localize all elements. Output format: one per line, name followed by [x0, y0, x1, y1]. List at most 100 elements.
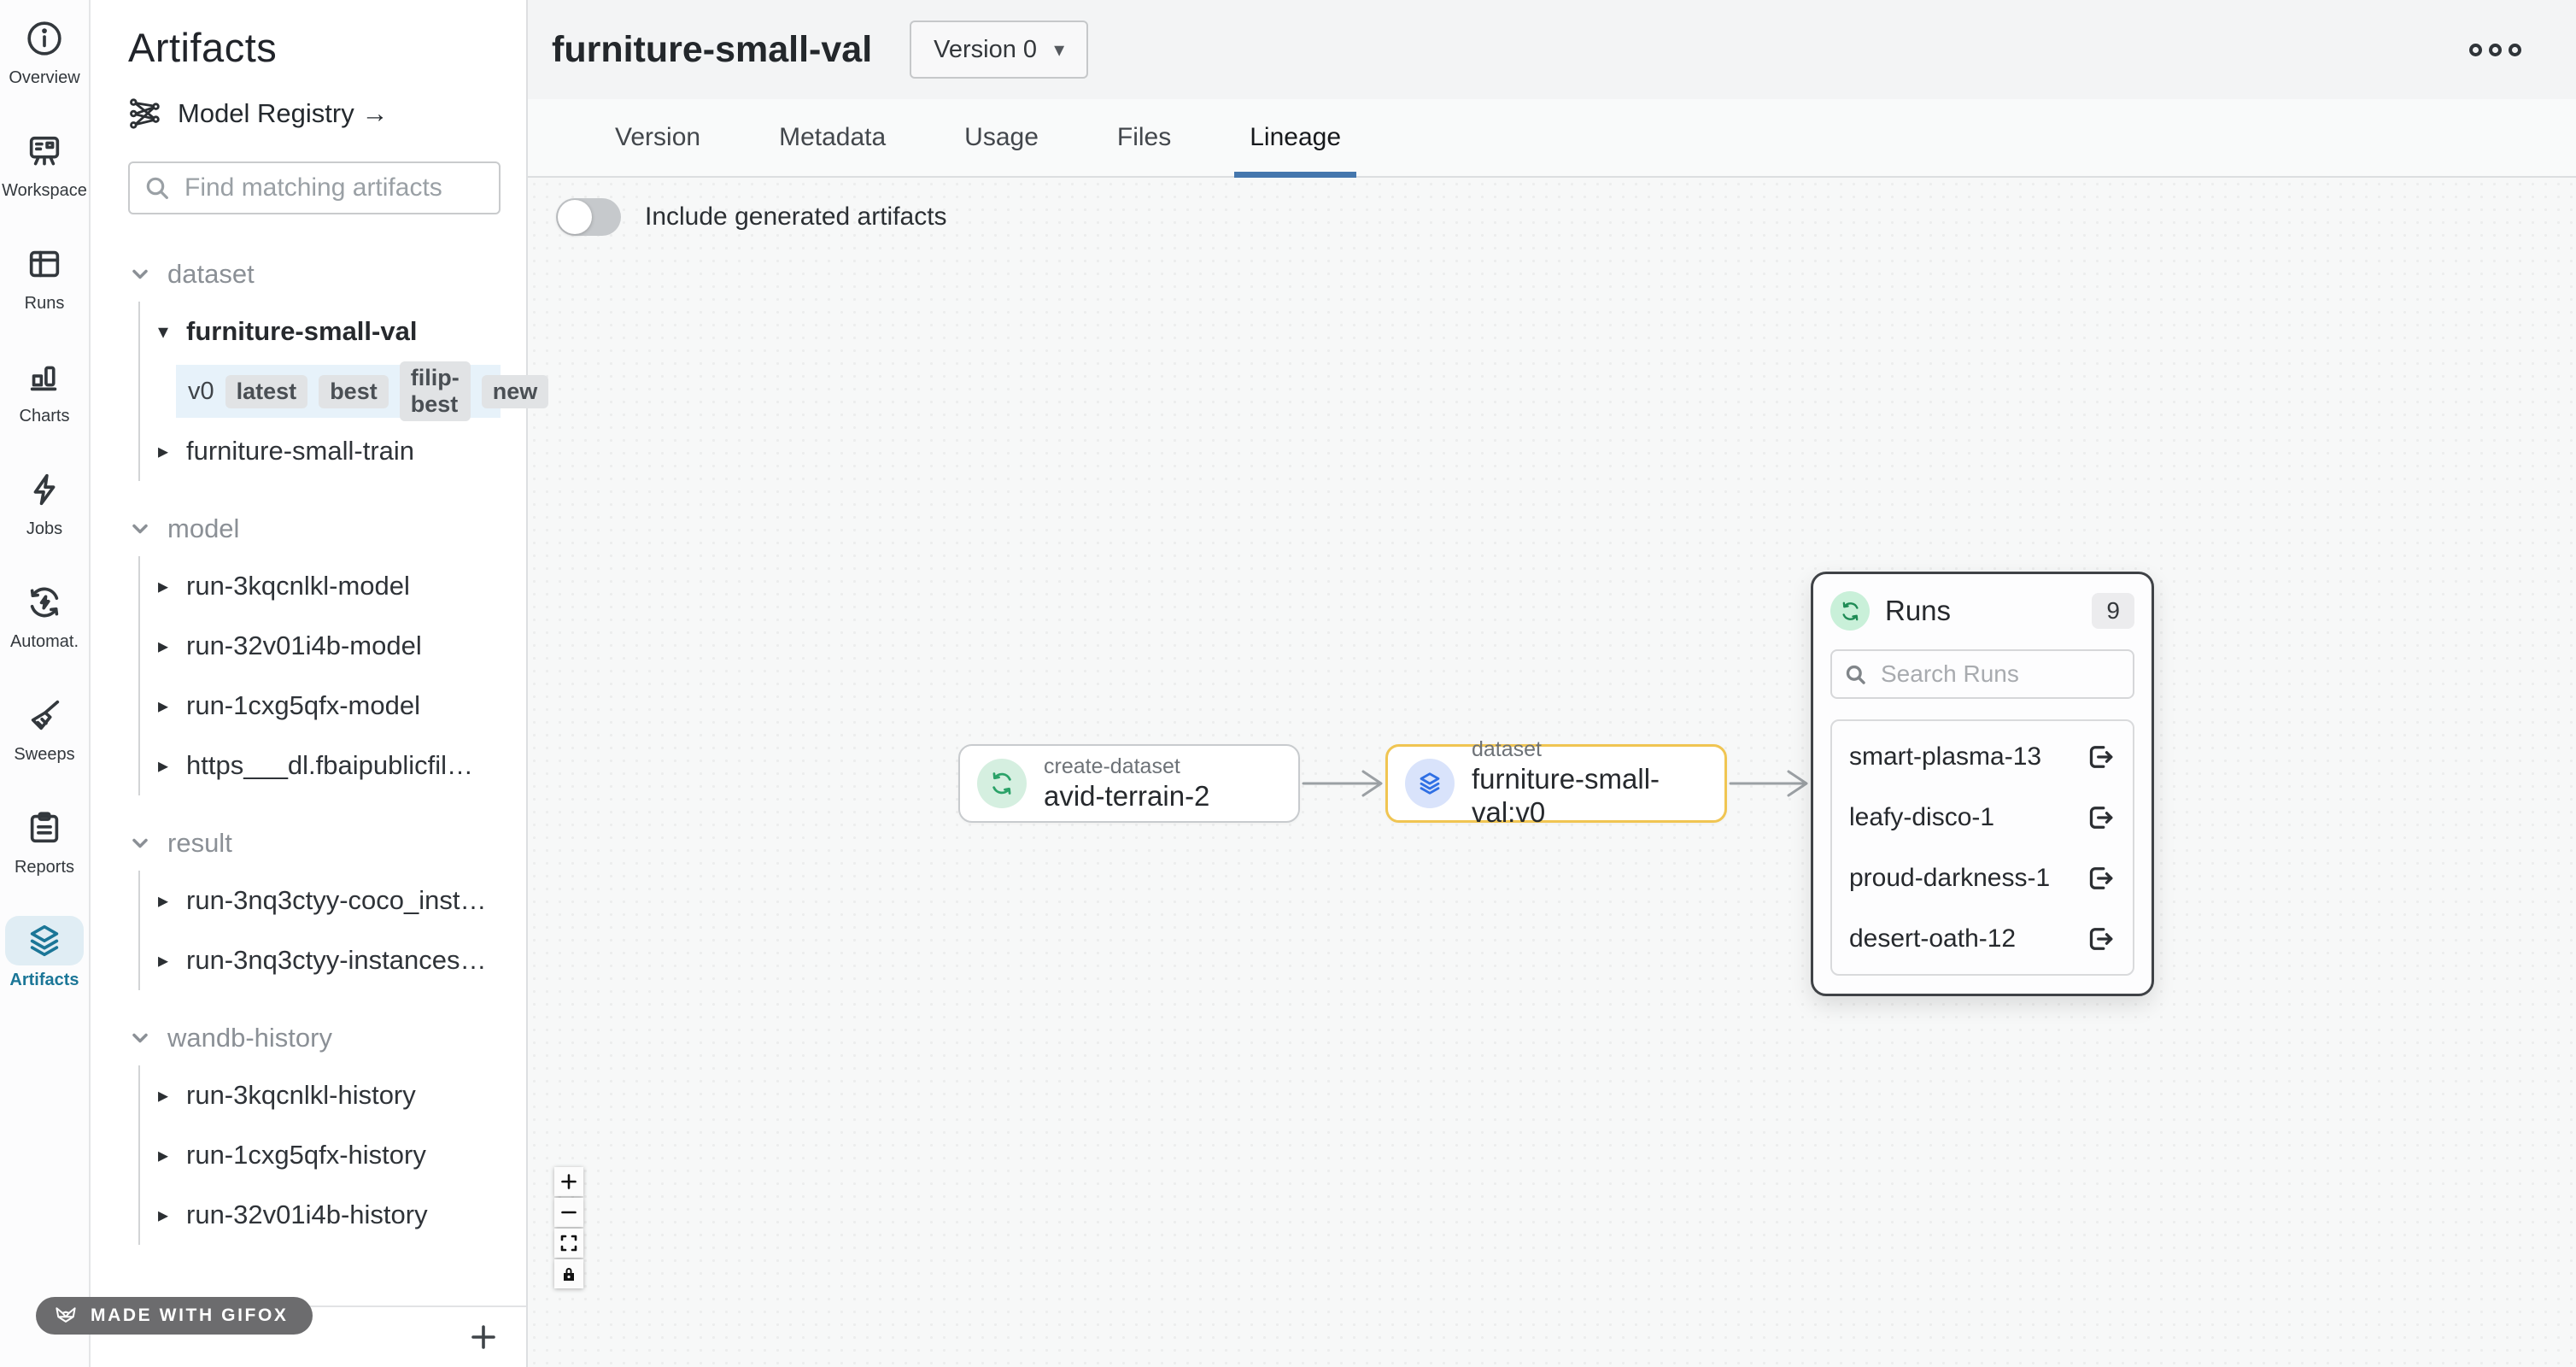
tree-item[interactable]: ▸ run-3kqcnlkl-model: [150, 556, 501, 616]
open-run-icon[interactable]: [2085, 924, 2116, 954]
zoom-out-button[interactable]: [554, 1198, 583, 1227]
main-panel: furniture-small-val Version 0 ▾ Version …: [528, 0, 2576, 1367]
left-nav-rail: Overview Workspace Runs Charts Jobs: [0, 0, 91, 1367]
runs-panel-title: Runs: [1885, 595, 1951, 627]
artifact-search-input[interactable]: [184, 173, 485, 202]
triangle-right-icon[interactable]: ▸: [150, 634, 176, 659]
automation-cycle-icon: [5, 578, 84, 627]
triangle-right-icon[interactable]: ▸: [150, 694, 176, 719]
tab-version[interactable]: Version: [610, 99, 705, 176]
tree-item[interactable]: ▸ run-3nq3ctyy-coco_inst…: [150, 871, 501, 930]
nav-label: Workspace: [2, 181, 87, 201]
tab-files[interactable]: Files: [1112, 99, 1176, 176]
sync-icon: [977, 759, 1027, 808]
triangle-right-icon[interactable]: ▸: [150, 574, 176, 599]
tab-usage[interactable]: Usage: [959, 99, 1044, 176]
open-run-icon[interactable]: [2085, 802, 2116, 833]
tab-lineage[interactable]: Lineage: [1244, 99, 1346, 176]
nav-item-jobs[interactable]: Jobs: [0, 465, 90, 578]
triangle-down-icon[interactable]: ▾: [150, 320, 176, 344]
triangle-right-icon[interactable]: ▸: [150, 1203, 176, 1228]
chevron-down-icon: [128, 262, 152, 286]
sidebar-title: Artifacts: [128, 24, 501, 71]
nav-item-automations[interactable]: Automat.: [0, 578, 90, 690]
tree-item[interactable]: ▸ run-32v01i4b-history: [150, 1185, 501, 1245]
wandb-artifacts-page: Overview Workspace Runs Charts Jobs: [0, 0, 2576, 1367]
tree-section-header[interactable]: dataset: [128, 252, 501, 296]
tab-metadata[interactable]: Metadata: [774, 99, 891, 176]
tree-section-header[interactable]: model: [128, 507, 501, 551]
more-menu-button[interactable]: [2469, 44, 2521, 56]
nav-label: Jobs: [26, 519, 62, 539]
version-dropdown[interactable]: Version 0 ▾: [910, 21, 1088, 79]
tree-item[interactable]: ▸ run-1cxg5qfx-model: [150, 676, 501, 736]
runs-list: smart-plasma-13 leafy-disco-1 proud-dark…: [1830, 719, 2134, 976]
run-row[interactable]: smart-plasma-13: [1832, 726, 2133, 787]
version-row-v0[interactable]: v0 latest best filip-best new: [176, 365, 501, 418]
table-icon: [5, 239, 84, 289]
nav-item-reports[interactable]: Reports: [0, 803, 90, 916]
toggle-label: Include generated artifacts: [645, 202, 947, 232]
zoom-in-button[interactable]: [554, 1167, 583, 1196]
more-horizontal-icon: [2509, 44, 2521, 56]
tree-section-header[interactable]: result: [128, 821, 501, 865]
fox-icon: [53, 1303, 79, 1329]
triangle-right-icon[interactable]: ▸: [150, 889, 176, 913]
lock-icon: [559, 1264, 579, 1284]
triangle-right-icon[interactable]: ▸: [150, 948, 176, 973]
nav-item-overview[interactable]: Overview: [0, 14, 90, 126]
caret-down-icon: ▾: [1054, 38, 1064, 62]
open-run-icon[interactable]: [2085, 742, 2116, 772]
node-dataset-furniture-small-val-v0[interactable]: dataset furniture-small-val:v0: [1385, 744, 1727, 823]
tree-item-furniture-small-train[interactable]: ▸ furniture-small-train: [150, 421, 501, 481]
tree-item[interactable]: ▸ run-3kqcnlkl-history: [150, 1065, 501, 1125]
tree-section-model: model ▸ run-3kqcnlkl-model ▸ run-32v01i4…: [128, 507, 501, 795]
run-row[interactable]: proud-darkness-1: [1832, 848, 2133, 908]
triangle-right-icon[interactable]: ▸: [150, 1083, 176, 1108]
chevron-down-icon: [128, 1026, 152, 1050]
tree-item[interactable]: ▸ https___dl.fbaipublicfil…: [150, 736, 501, 795]
run-row[interactable]: desert-oath-12: [1832, 908, 2133, 969]
plus-icon: [559, 1171, 579, 1192]
search-icon: [143, 174, 171, 202]
run-row[interactable]: leafy-disco-1: [1832, 787, 2133, 848]
network-graph-icon: [128, 97, 162, 131]
gifox-watermark: MADE WITH GIFOX: [36, 1297, 313, 1335]
tree-item[interactable]: ▸ run-32v01i4b-model: [150, 616, 501, 676]
lineage-canvas[interactable]: Include generated artifacts create-datas…: [528, 178, 2576, 1367]
lock-button[interactable]: [554, 1259, 583, 1288]
tag-filip-best: filip-best: [400, 361, 471, 421]
fit-view-button[interactable]: [554, 1229, 583, 1258]
triangle-right-icon[interactable]: ▸: [150, 1143, 176, 1168]
nav-item-runs[interactable]: Runs: [0, 239, 90, 352]
nav-label: Runs: [25, 294, 65, 314]
nav-label: Overview: [9, 68, 79, 88]
nav-item-workspace[interactable]: Workspace: [0, 126, 90, 239]
include-generated-toggle[interactable]: [556, 198, 621, 236]
add-button[interactable]: [465, 1318, 502, 1356]
bar-chart-icon: [5, 352, 84, 402]
nav-item-charts[interactable]: Charts: [0, 352, 90, 465]
tree-section-wandb-history: wandb-history ▸ run-3kqcnlkl-history ▸ r…: [128, 1016, 501, 1245]
triangle-right-icon[interactable]: ▸: [150, 754, 176, 778]
include-generated-row: Include generated artifacts: [556, 198, 947, 236]
chevron-down-icon: [128, 831, 152, 855]
node-create-dataset[interactable]: create-dataset avid-terrain-2: [958, 744, 1300, 823]
tree-section-header[interactable]: wandb-history: [128, 1016, 501, 1060]
model-registry-link[interactable]: Model Registry →: [128, 97, 501, 131]
runs-panel-header: Runs 9: [1830, 591, 2134, 631]
nav-item-sweeps[interactable]: Sweeps: [0, 690, 90, 803]
layers-icon: [5, 916, 84, 965]
tree-item[interactable]: ▸ run-3nq3ctyy-instances…: [150, 930, 501, 990]
triangle-right-icon[interactable]: ▸: [150, 439, 176, 464]
runs-panel: Runs 9 smart-plasma-13 leafy-disco-1: [1811, 572, 2154, 996]
tree-item[interactable]: ▸ run-1cxg5qfx-history: [150, 1125, 501, 1185]
nav-item-artifacts[interactable]: Artifacts: [0, 916, 90, 1029]
fit-view-icon: [559, 1233, 579, 1253]
tree-item-furniture-small-val[interactable]: ▾ furniture-small-val: [150, 302, 501, 361]
workspace-icon: [5, 126, 84, 176]
nav-label: Reports: [15, 858, 74, 877]
open-run-icon[interactable]: [2085, 863, 2116, 894]
runs-search-input[interactable]: [1881, 660, 2121, 688]
tag-latest: latest: [225, 375, 308, 408]
